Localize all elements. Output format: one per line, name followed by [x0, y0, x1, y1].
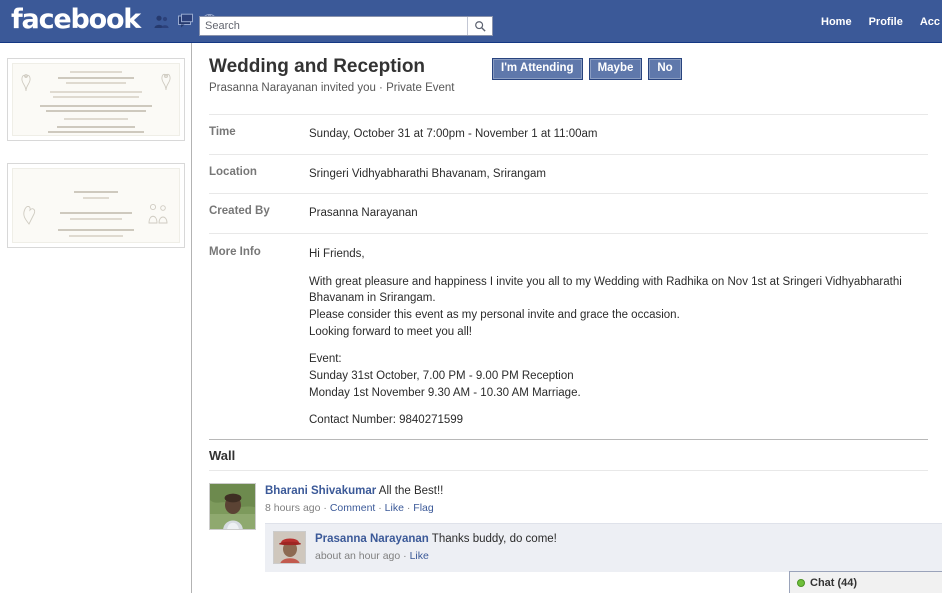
rsvp-maybe-button[interactable]: Maybe — [588, 58, 643, 81]
rsvp-no-button[interactable]: No — [648, 58, 682, 81]
post-body: Bharani Shivakumar All the Best!! 8 hour… — [265, 483, 942, 572]
flag-link[interactable]: Flag — [413, 502, 433, 514]
floral-ornament-icon — [158, 71, 174, 91]
detail-value: Sunday, October 31 at 7:00pm - November … — [309, 127, 598, 140]
event-detail-location: Location Sringeri Vidhyabharathi Bhavana… — [193, 155, 942, 194]
main-content: Wedding and Reception Prasanna Narayanan… — [193, 43, 942, 593]
wedding-invitation-card-front[interactable] — [6, 58, 185, 141]
invitation-card-inner — [11, 168, 180, 243]
wall-post: Bharani Shivakumar All the Best!! 8 hour… — [193, 471, 942, 572]
couple-ornament-icon — [145, 201, 171, 225]
rsvp-attending-button[interactable]: I'm Attending — [492, 58, 583, 81]
event-detail-time: Time Sunday, October 31 at 7:00pm - Nove… — [193, 115, 942, 154]
post-text: Bharani Shivakumar All the Best!! — [265, 483, 942, 499]
top-navigation-bar: facebook Search Home Profile Acc — [0, 0, 942, 43]
post-message: All the Best!! — [378, 484, 444, 497]
more-info-paragraph: Contact Number: 9840271599 — [309, 414, 464, 427]
event-detail-more-info: More Info Hi Friends, With great pleasur… — [193, 234, 942, 439]
nav-link-profile[interactable]: Profile — [869, 16, 903, 28]
reply-message: Thanks buddy, do come! — [431, 533, 557, 545]
more-info-paragraph: Hi Friends, — [309, 247, 365, 260]
detail-label: Time — [209, 125, 236, 138]
event-subtitle: Prasanna Narayanan invited you · Private… — [209, 81, 455, 94]
detail-value: Sringeri Vidhyabharathi Bhavanam, Sriran… — [309, 167, 546, 180]
avatar[interactable] — [209, 482, 256, 530]
event-header: Wedding and Reception Prasanna Narayanan… — [193, 43, 942, 94]
more-info-paragraph: With great pleasure and happiness I invi… — [309, 275, 902, 338]
invitation-card-inner — [11, 63, 180, 136]
comment-link[interactable]: Comment — [330, 502, 376, 514]
detail-value: Prasanna Narayanan — [309, 207, 418, 220]
detail-label: Location — [209, 165, 257, 178]
like-link[interactable]: Like — [410, 550, 429, 562]
wedding-invitation-card-programme[interactable] — [6, 163, 185, 248]
floral-ornament-icon — [18, 72, 34, 92]
search-icon[interactable] — [467, 17, 492, 35]
event-detail-created-by: Created By Prasanna Narayanan — [193, 194, 942, 233]
rsvp-button-group: I'm Attending Maybe No — [492, 58, 682, 81]
online-status-icon — [797, 578, 805, 587]
avatar[interactable] — [273, 531, 306, 564]
wall-heading: Wall — [209, 447, 236, 463]
reply-timestamp: about an hour ago — [315, 550, 401, 563]
more-info-body: Hi Friends, With great pleasure and happ… — [309, 246, 942, 429]
like-link[interactable]: Like — [385, 502, 404, 514]
more-info-paragraph: Event: Sunday 31st October, 7.00 PM - 9.0… — [309, 353, 581, 399]
nav-link-home[interactable]: Home — [821, 16, 852, 28]
reply-meta: about an hour ago · Like — [315, 550, 429, 563]
post-timestamp: 8 hours ago — [265, 502, 321, 514]
chat-bar[interactable]: Chat (44) — [789, 571, 942, 593]
friend-requests-icon[interactable] — [153, 13, 170, 30]
post-meta: 8 hours ago · Comment · Like · Flag — [265, 502, 434, 514]
messages-icon[interactable] — [177, 13, 194, 30]
wall-post-reply: Prasanna Narayanan Thanks buddy, do come… — [265, 523, 942, 572]
reply-text: Prasanna Narayanan Thanks buddy, do come… — [315, 531, 934, 547]
post-author[interactable]: Bharani Shivakumar — [265, 485, 376, 497]
left-sidebar — [0, 43, 192, 593]
peacock-ornament-icon — [19, 201, 39, 225]
detail-label: More Info — [209, 245, 261, 258]
reply-author[interactable]: Prasanna Narayanan — [315, 533, 429, 545]
search-box[interactable] — [199, 16, 493, 36]
facebook-logo[interactable]: facebook — [11, 6, 141, 36]
detail-label: Created By — [209, 205, 270, 218]
search-input[interactable] — [200, 17, 467, 35]
nav-link-account[interactable]: Acc — [920, 16, 940, 28]
top-nav-links: Home Profile Acc — [821, 0, 942, 43]
reply-body: Prasanna Narayanan Thanks buddy, do come… — [315, 531, 934, 564]
chat-label: Chat (44) — [810, 576, 858, 589]
